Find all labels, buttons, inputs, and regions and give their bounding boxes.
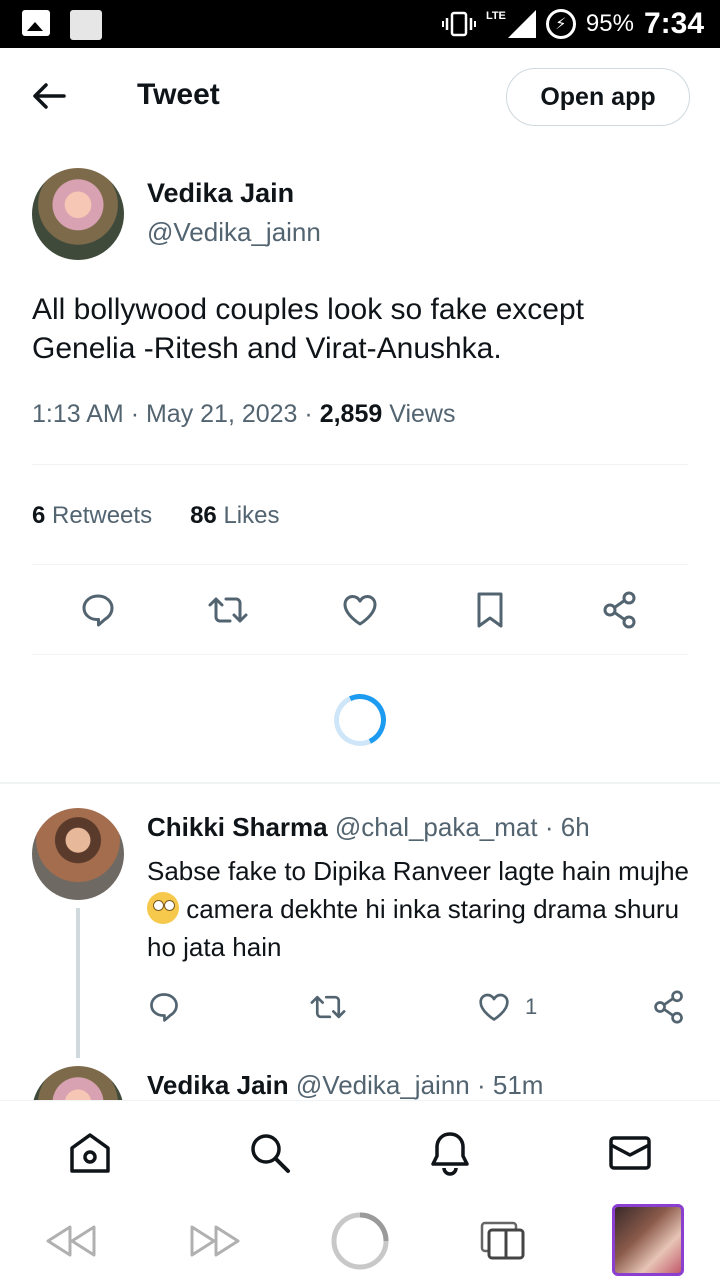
- rewind-icon: [46, 1225, 96, 1257]
- open-app-button[interactable]: Open app: [506, 68, 690, 126]
- heart-icon: [479, 993, 509, 1021]
- vibrate-icon: [441, 11, 476, 37]
- reply-author-handle[interactable]: @Vedika_jainn: [296, 1070, 470, 1100]
- tab-thumbnail[interactable]: [612, 1204, 684, 1276]
- heart-icon: [343, 595, 377, 626]
- fast-forward-icon: [190, 1225, 240, 1257]
- search-icon: [251, 1134, 290, 1173]
- retweet-icon: [310, 995, 346, 1019]
- reply-retweet-button[interactable]: [309, 985, 347, 1029]
- tweet-stats: 6 Retweets 86 Likes: [32, 502, 279, 530]
- page-title: Tweet: [137, 78, 220, 111]
- reply-share-button[interactable]: [652, 985, 686, 1029]
- tweet-meta: 1:13 AM · May 21, 2023 · 2,859 Views: [32, 400, 456, 428]
- clock: 7:34: [643, 7, 704, 40]
- lte-label: LTE: [485, 10, 506, 22]
- notification-icon: [70, 10, 102, 40]
- reply-text-part2: camera dekhte hi inka staring drama shur…: [147, 894, 680, 962]
- reply-author-name[interactable]: Vedika Jain: [147, 1070, 289, 1100]
- bottom-nav: [0, 1100, 720, 1200]
- likes-label: Likes: [223, 502, 280, 529]
- author-handle[interactable]: @Vedika_jainn: [147, 217, 321, 248]
- reply-header: Chikki Sharma @chal_paka_mat · 6h: [147, 812, 590, 842]
- reload-icon: [331, 1212, 389, 1270]
- nav-home[interactable]: [66, 1129, 114, 1177]
- rewind-button[interactable]: [44, 1210, 98, 1272]
- section-divider: [0, 782, 720, 784]
- tweet-date[interactable]: May 21, 2023: [146, 400, 298, 428]
- views-label: Views: [389, 400, 456, 428]
- reply-avatar[interactable]: [32, 808, 124, 900]
- tabs-button[interactable]: [478, 1210, 528, 1272]
- like-button[interactable]: [338, 588, 382, 632]
- retweets-count: 6: [32, 502, 46, 529]
- divider: [32, 464, 688, 465]
- bookmark-icon: [477, 592, 503, 628]
- reply-button[interactable]: [76, 588, 120, 632]
- tweet-text: All bollywood couples look so fake excep…: [32, 293, 584, 365]
- share-icon: [654, 990, 683, 1024]
- divider: [32, 564, 688, 565]
- fast-forward-button[interactable]: [188, 1210, 242, 1272]
- reply-like-count: 1: [525, 994, 538, 1019]
- reply-age[interactable]: 6h: [561, 812, 590, 842]
- tweet-actions: [32, 588, 688, 634]
- arrow-left-icon: [33, 83, 66, 109]
- share-button[interactable]: [598, 588, 642, 632]
- nav-messages[interactable]: [606, 1129, 654, 1177]
- reply-header: Vedika Jain @Vedika_jainn · 51m: [147, 1070, 544, 1100]
- retweet-icon: [208, 597, 248, 623]
- reply-text-part1: Sabse fake to Dipika Ranveer lagte hain …: [147, 856, 689, 886]
- reply-reply-button[interactable]: [147, 985, 181, 1029]
- back-button[interactable]: [30, 78, 70, 114]
- battery-percent: 95%: [585, 10, 634, 37]
- author-name[interactable]: Vedika Jain: [147, 178, 294, 209]
- reply-actions: 1: [147, 985, 692, 1029]
- tweet-time[interactable]: 1:13 AM: [32, 400, 124, 428]
- eye-roll-emoji-icon: [147, 892, 179, 924]
- tabs-icon: [480, 1221, 525, 1260]
- gallery-notification-icon: [22, 10, 50, 36]
- reply-text: Sabse fake to Dipika Ranveer lagte hain …: [147, 852, 692, 966]
- status-bar: LTE ⚡ 95% 7:34: [0, 0, 720, 48]
- reply-like-button[interactable]: 1: [477, 985, 537, 1029]
- loading-spinner: [326, 686, 394, 754]
- retweet-button[interactable]: [206, 588, 250, 632]
- battery-charging-icon: ⚡: [545, 9, 576, 39]
- top-header: Tweet Open app: [0, 48, 720, 146]
- views-count: 2,859: [319, 400, 383, 428]
- reply-icon: [82, 594, 114, 627]
- nav-notifications[interactable]: [426, 1129, 474, 1177]
- reply-author-name[interactable]: Chikki Sharma: [147, 812, 328, 842]
- divider: [32, 654, 688, 655]
- thread-line: [76, 908, 80, 1058]
- nav-search[interactable]: [246, 1129, 294, 1177]
- reply-icon: [150, 993, 178, 1022]
- reload-button[interactable]: [328, 1210, 392, 1272]
- bell-icon: [431, 1132, 469, 1176]
- retweets-stat[interactable]: 6 Retweets: [32, 502, 152, 530]
- likes-count: 86: [190, 502, 217, 529]
- likes-stat[interactable]: 86 Likes: [190, 502, 279, 530]
- signal-icon: [507, 10, 536, 38]
- retweets-label: Retweets: [52, 502, 153, 529]
- bookmark-button[interactable]: [468, 588, 512, 632]
- browser-toolbar: [0, 1200, 720, 1280]
- reply-age[interactable]: 51m: [493, 1070, 544, 1100]
- share-icon: [603, 591, 636, 629]
- reply-author-handle[interactable]: @chal_paka_mat: [335, 812, 538, 842]
- author-avatar[interactable]: [32, 168, 124, 260]
- home-icon: [70, 1133, 110, 1173]
- envelope-icon: [609, 1136, 651, 1170]
